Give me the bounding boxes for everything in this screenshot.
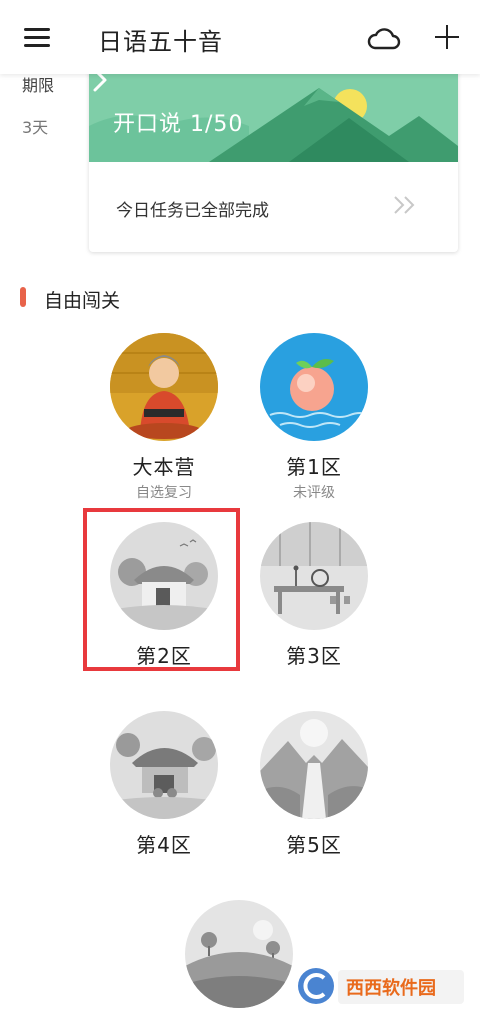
app-title: 日语五十音 — [98, 28, 223, 56]
level-name: 第1区 — [286, 455, 342, 479]
top-app-bar: 日语五十音 — [0, 0, 480, 74]
level-name: 大本营 — [132, 455, 196, 479]
speak-banner[interactable]: 开口说 1/50 — [89, 66, 458, 162]
daily-task-status: 今日任务已全部完成 — [116, 201, 269, 221]
level-zone-5[interactable]: 第5区 — [244, 711, 384, 858]
level-name: 第3区 — [286, 644, 342, 668]
menu-icon[interactable] — [24, 26, 50, 48]
add-icon[interactable] — [432, 22, 462, 52]
hills-landscape-icon — [185, 900, 293, 1008]
deadline-label: 期限 — [22, 76, 55, 95]
deadline-value: 3天 — [22, 118, 49, 137]
section-title: 自由闯关 — [44, 290, 121, 312]
speak-progress-text: 开口说 1/50 — [113, 112, 244, 137]
level-zone-2[interactable]: 第2区 — [94, 522, 234, 669]
watermark-logo: 西西软件园 — [296, 960, 468, 1012]
tea-table-icon — [260, 522, 368, 630]
village-hut-icon — [110, 711, 218, 819]
section-accent-bar — [20, 287, 26, 307]
level-zone-4[interactable]: 第4区 — [94, 711, 234, 858]
base-camp-icon — [110, 333, 218, 441]
level-zone-6[interactable] — [169, 900, 309, 1008]
level-name: 第4区 — [136, 833, 192, 857]
peach-icon — [260, 333, 368, 441]
thatched-house-icon — [110, 522, 218, 630]
level-name: 第5区 — [286, 833, 342, 857]
level-base-camp[interactable]: 大本营 自选复习 — [94, 333, 234, 502]
level-status: 自选复习 — [136, 485, 192, 501]
level-name: 第2区 — [136, 644, 192, 668]
mountain-waterfall-icon — [260, 711, 368, 819]
daily-task-row[interactable]: 今日任务已全部完成 — [89, 162, 458, 252]
cloud-sync-icon[interactable] — [366, 26, 402, 52]
speak-practice-card: 开口说 1/50 今日任务已全部完成 — [89, 66, 458, 252]
double-chevron-right-icon — [394, 196, 415, 214]
level-status: 未评级 — [293, 485, 335, 501]
level-zone-1[interactable]: 第1区 未评级 — [244, 333, 384, 502]
level-zone-3[interactable]: 第3区 — [244, 522, 384, 669]
svg-text:西西软件园: 西西软件园 — [346, 977, 436, 999]
